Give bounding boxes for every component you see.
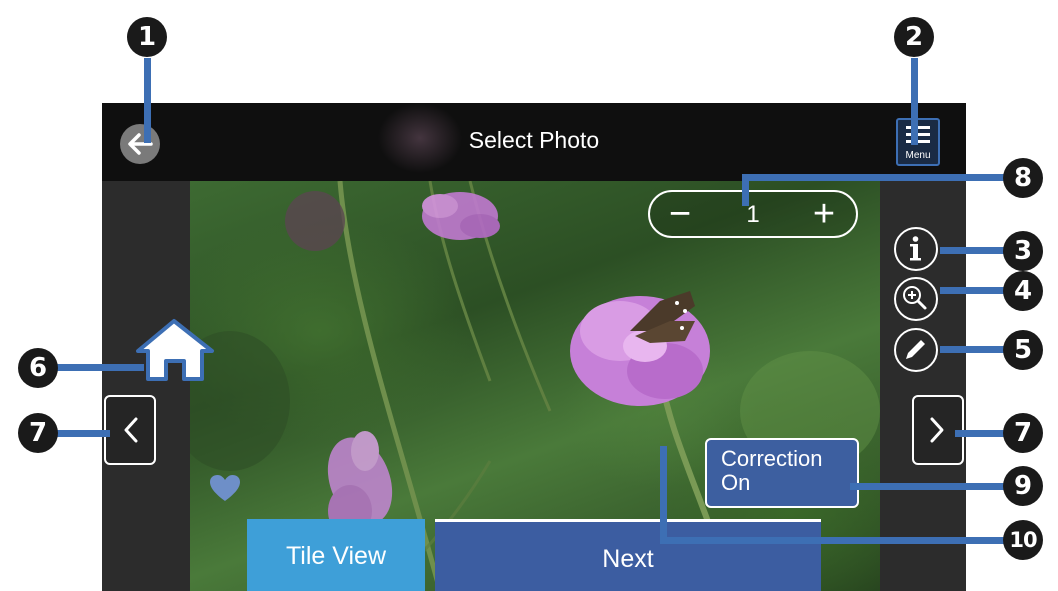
left-panel [102, 181, 190, 591]
home-icon [136, 319, 214, 381]
menu-button[interactable]: Menu [896, 118, 940, 166]
callout-line-7-left [54, 430, 110, 437]
callout-line-6 [54, 364, 144, 371]
screen-title: Select Photo [468, 127, 600, 153]
callout-8: 8 [1003, 158, 1043, 198]
callout-9: 9 [1003, 466, 1043, 506]
copies-stepper[interactable]: − 1 + [648, 190, 858, 238]
favorite-heart[interactable] [208, 473, 242, 503]
back-button[interactable] [120, 124, 160, 164]
callout-3: 3 [1003, 231, 1043, 271]
callout-line-7-right [955, 430, 1005, 437]
back-arrow-icon [128, 133, 153, 155]
increase-button[interactable]: + [802, 194, 846, 234]
callout-line-8 [742, 174, 1006, 181]
correction-label: Correction [721, 446, 823, 471]
callout-line-5 [940, 346, 1006, 353]
callout-line-8b [742, 174, 749, 206]
callout-2: 2 [894, 17, 934, 57]
info-icon [910, 236, 921, 261]
zoom-in-icon [903, 286, 927, 310]
next-button[interactable]: Next [435, 519, 821, 591]
callout-line-4 [940, 287, 1006, 294]
callout-line-10b [660, 537, 1006, 544]
callout-10: 10 [1003, 520, 1043, 560]
previous-photo-button[interactable] [104, 395, 156, 465]
zoom-button[interactable] [894, 277, 938, 321]
callout-7-left: 7 [18, 413, 58, 453]
callout-line-2 [911, 58, 918, 145]
callout-6: 6 [18, 348, 58, 388]
edit-button[interactable] [894, 328, 938, 372]
correction-state: On [721, 470, 751, 495]
callout-line-9 [850, 483, 1006, 490]
edit-pencil-icon [906, 340, 925, 359]
callout-1: 1 [127, 17, 167, 57]
home-button[interactable] [132, 317, 216, 383]
menu-label: Menu [905, 150, 931, 161]
correction-button[interactable]: Correction On [705, 438, 859, 508]
callout-5: 5 [1003, 330, 1043, 370]
tile-view-button[interactable]: Tile View [247, 519, 425, 591]
callout-line-10a [660, 446, 667, 543]
heart-icon [210, 475, 240, 501]
info-button[interactable] [894, 227, 938, 271]
chevron-left-icon [124, 417, 138, 443]
callout-4: 4 [1003, 271, 1043, 311]
callout-line-3 [940, 247, 1006, 254]
callout-line-1 [144, 58, 151, 143]
callout-7-right: 7 [1003, 413, 1043, 453]
